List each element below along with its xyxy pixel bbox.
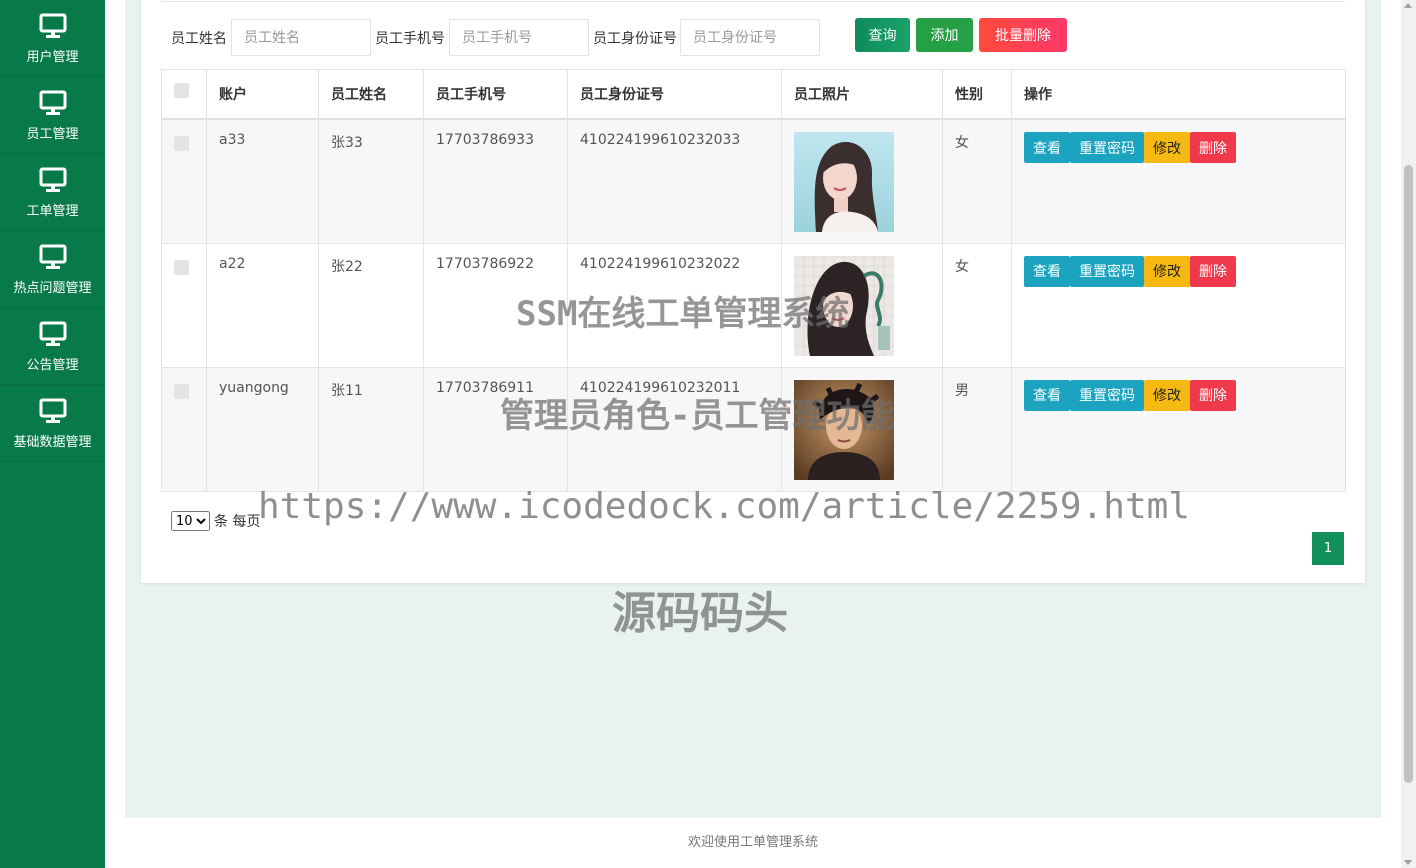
account-cell: yuangong bbox=[206, 366, 319, 492]
actions-cell: 查看 重置密码 修改 删除 bbox=[1011, 366, 1346, 492]
delete-button[interactable]: 删除 bbox=[1190, 255, 1236, 287]
sidebar-item-hot-issues[interactable]: 热点问题管理 bbox=[0, 231, 105, 308]
search-bar: 员工姓名 员工手机号 员工身份证号 查询 添加 批量删除 bbox=[141, 17, 1365, 57]
sidebar-item-users[interactable]: 用户管理 bbox=[0, 0, 105, 77]
phone-label: 员工手机号 bbox=[375, 31, 445, 47]
table-header: 账户 员工姓名 员工手机号 员工身份证号 员工照片 性别 操作 bbox=[161, 69, 1346, 120]
col-name: 员工姓名 bbox=[318, 69, 424, 120]
name-label: 员工姓名 bbox=[171, 31, 227, 47]
page-size-suffix: 条 每页 bbox=[214, 514, 261, 530]
monitor-icon bbox=[39, 90, 66, 115]
sidebar-item-label: 用户管理 bbox=[26, 49, 79, 65]
edit-button[interactable]: 修改 bbox=[1144, 379, 1190, 411]
sidebar-item-employees[interactable]: 员工管理 bbox=[0, 77, 105, 154]
name-cell: 张11 bbox=[318, 366, 424, 492]
watermark-url: https://www.icodedock.com/article/2259.h… bbox=[258, 486, 1190, 527]
sidebar-item-label: 热点问题管理 bbox=[13, 280, 92, 296]
watermark-subtitle: 管理员角色-员工管理功能 bbox=[500, 396, 895, 436]
name-cell: 张33 bbox=[318, 118, 424, 244]
delete-button[interactable]: 删除 bbox=[1190, 132, 1236, 163]
sidebar-item-label: 公告管理 bbox=[26, 357, 79, 373]
scroll-up-arrow-icon[interactable] bbox=[1404, 3, 1412, 8]
edit-button[interactable]: 修改 bbox=[1144, 255, 1190, 287]
sidebar-item-label: 员工管理 bbox=[26, 126, 79, 142]
footer: 欢迎使用工单管理系统 bbox=[105, 818, 1401, 868]
select-all-checkbox[interactable] bbox=[174, 83, 189, 98]
sidebar-item-announcements[interactable]: 公告管理 bbox=[0, 308, 105, 385]
col-photo: 员工照片 bbox=[781, 69, 943, 120]
scrollbar-thumb[interactable] bbox=[1404, 165, 1413, 783]
sidebar-item-label: 工单管理 bbox=[26, 203, 79, 219]
account-cell: a33 bbox=[206, 118, 319, 244]
reset-password-button[interactable]: 重置密码 bbox=[1070, 255, 1144, 287]
divider bbox=[161, 1, 1345, 2]
row-checkbox[interactable] bbox=[174, 383, 189, 399]
monitor-icon bbox=[39, 13, 66, 38]
col-phone: 员工手机号 bbox=[423, 69, 568, 120]
view-button[interactable]: 查看 bbox=[1024, 255, 1070, 287]
photo-cell bbox=[781, 118, 943, 244]
view-button[interactable]: 查看 bbox=[1024, 379, 1070, 411]
scroll-down-arrow-icon[interactable] bbox=[1404, 860, 1412, 865]
delete-button[interactable]: 删除 bbox=[1190, 379, 1236, 411]
phone-cell: 17703786933 bbox=[423, 118, 568, 244]
page-size-select[interactable]: 10 bbox=[171, 511, 210, 531]
gender-cell: 女 bbox=[942, 242, 1012, 368]
monitor-icon bbox=[39, 244, 66, 269]
employee-phone-input[interactable] bbox=[449, 19, 589, 56]
monitor-icon bbox=[39, 167, 66, 192]
sidebar-item-tickets[interactable]: 工单管理 bbox=[0, 154, 105, 231]
id-number-label: 员工身份证号 bbox=[593, 31, 677, 47]
col-gender: 性别 bbox=[942, 69, 1012, 120]
row-checkbox[interactable] bbox=[174, 136, 189, 151]
account-cell: a22 bbox=[206, 242, 319, 368]
reset-password-button[interactable]: 重置密码 bbox=[1070, 132, 1144, 163]
scrollbar[interactable] bbox=[1401, 0, 1416, 868]
row-select-cell bbox=[161, 118, 207, 244]
watermark-brand: 源码码头 bbox=[612, 588, 788, 639]
actions-cell: 查看 重置密码 修改 删除 bbox=[1011, 118, 1346, 244]
gender-cell: 女 bbox=[942, 118, 1012, 244]
select-all-cell bbox=[161, 69, 207, 120]
query-button[interactable]: 查询 bbox=[855, 18, 910, 52]
col-actions: 操作 bbox=[1011, 69, 1346, 120]
employee-id-input[interactable] bbox=[680, 19, 820, 56]
bulk-delete-button[interactable]: 批量删除 bbox=[979, 18, 1067, 52]
monitor-icon bbox=[39, 398, 66, 423]
sidebar: 用户管理 员工管理 工单管理 热点问题管理 公告管理 基础数据管理 bbox=[0, 0, 105, 868]
reset-password-button[interactable]: 重置密码 bbox=[1070, 379, 1144, 411]
employee-name-input[interactable] bbox=[231, 19, 371, 56]
page-size-control: 10 条 每页 bbox=[171, 511, 260, 531]
watermark-title: SSM在线工单管理系统 bbox=[516, 294, 850, 334]
employee-photo bbox=[794, 132, 894, 232]
name-cell: 张22 bbox=[318, 242, 424, 368]
sidebar-item-label: 基础数据管理 bbox=[13, 434, 92, 450]
gender-cell: 男 bbox=[942, 366, 1012, 492]
sidebar-item-basic-data[interactable]: 基础数据管理 bbox=[0, 385, 105, 462]
add-button[interactable]: 添加 bbox=[916, 18, 973, 52]
table-row: a33 张33 17703786933 410224199610232033 女… bbox=[161, 118, 1346, 244]
id-number-cell: 410224199610232033 bbox=[567, 118, 782, 244]
monitor-icon bbox=[39, 321, 66, 346]
page-button-current[interactable]: 1 bbox=[1312, 532, 1344, 565]
edit-button[interactable]: 修改 bbox=[1144, 132, 1190, 163]
actions-cell: 查看 重置密码 修改 删除 bbox=[1011, 242, 1346, 368]
col-account: 账户 bbox=[206, 69, 319, 120]
col-id-number: 员工身份证号 bbox=[567, 69, 782, 120]
view-button[interactable]: 查看 bbox=[1024, 132, 1070, 163]
footer-text: 欢迎使用工单管理系统 bbox=[687, 835, 818, 850]
row-select-cell bbox=[161, 242, 207, 368]
row-checkbox[interactable] bbox=[174, 259, 189, 275]
row-select-cell bbox=[161, 366, 207, 492]
